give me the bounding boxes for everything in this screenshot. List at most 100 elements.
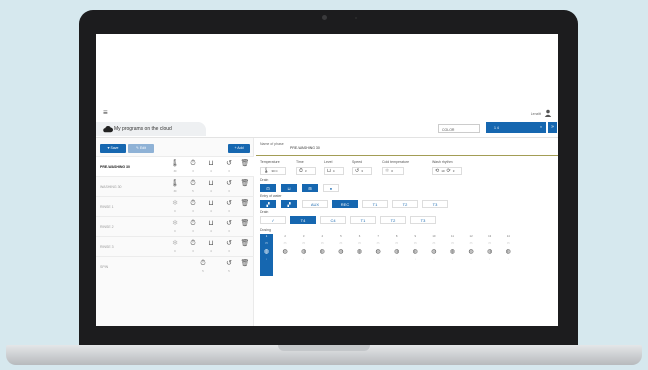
speed-value: 3 — [361, 169, 363, 173]
cloud-tab[interactable]: My programs on the cloud — [96, 122, 206, 136]
pump-number: 3 — [302, 234, 305, 238]
temperature-value: 30 — [173, 190, 177, 193]
cold-temperature-icon: ❄︎ — [172, 220, 178, 227]
screen: ≡ Lenzitt My programs on the cloud COLOR… — [96, 34, 558, 326]
delete-icon[interactable]: 🗑︎ — [240, 220, 250, 228]
water-entry-t2[interactable]: T2 — [392, 200, 418, 208]
dosing-pump-11[interactable]: 11 ▭ ◍ ▫ — [446, 234, 459, 276]
save-button[interactable]: ♥ Save — [100, 144, 126, 153]
select-go-button[interactable]: » — [548, 122, 557, 133]
water-entry-rec[interactable]: REC — [332, 200, 358, 208]
cold-temperature-icon: ❄︎ — [385, 167, 390, 174]
level-value: 4 — [210, 250, 212, 253]
temperature-value: 0 — [174, 230, 176, 233]
dosing-pump-7[interactable]: 7 ▭ ◍ ▫ — [372, 234, 385, 276]
program-row[interactable]: RINSE 3 ❄︎ 0 ⏱︎ 3 ⊔ 4 ↺ 3 🗑︎ — [96, 236, 254, 256]
temperature-field[interactable]: 🌡︎ 30 C — [260, 167, 286, 175]
user-icon[interactable] — [544, 109, 552, 117]
pump-number: 5 — [340, 234, 342, 238]
dosing-pump-14[interactable]: 14 ▭ ◍ ▫ — [502, 234, 515, 276]
delete-icon[interactable]: 🗑︎ — [240, 200, 250, 208]
water-entry-2[interactable]: ▞ — [281, 200, 297, 208]
pump-dial-icon: ◍ — [394, 249, 400, 255]
search-input[interactable]: COLOR — [438, 124, 480, 133]
pump-toggle-icon: ▫ — [433, 258, 435, 261]
program-select[interactable]: 1 4 × — [486, 122, 546, 133]
rhythm-pause-icon: ⟳ — [446, 167, 451, 174]
save-label: Save — [110, 146, 119, 150]
drain-valve-t4[interactable]: T4 — [290, 216, 316, 224]
program-row[interactable]: RINSE 2 ❄︎ 0 ⏱︎ 3 ⊔ 4 ↺ 3 🗑︎ — [96, 216, 254, 236]
speed-icon: ↺ — [226, 260, 232, 267]
level-icon: ⊔ — [208, 200, 214, 207]
drain-option-3[interactable]: ⊞ — [302, 184, 318, 192]
laptop-base — [6, 345, 642, 365]
dosing-pump-8[interactable]: 8 ▭ ◍ ▫ — [390, 234, 403, 276]
time-value: 3 — [192, 250, 194, 253]
time-value: 5 — [192, 190, 194, 193]
drain-option-4[interactable]: ● — [323, 184, 339, 192]
speed-icon: ↺ — [226, 240, 232, 247]
clear-icon[interactable]: × — [540, 125, 542, 129]
dosing-pump-13[interactable]: 13 ▭ ◍ ▫ — [483, 234, 496, 276]
pump-number: 2 — [284, 234, 286, 238]
time-value: 3 — [304, 169, 307, 173]
program-row[interactable]: SPIN ⏱︎ 5 ↺ 5 🗑︎ — [96, 256, 254, 278]
edit-label: Edit — [139, 146, 146, 150]
temperature-value: 0 — [174, 250, 176, 253]
drain-valve-c4[interactable]: C4 — [320, 216, 346, 224]
water-entry-1[interactable]: ▞ — [260, 200, 276, 208]
pump-level-icon: ▭ — [302, 241, 306, 245]
program-name: RINSE 1 — [100, 205, 114, 209]
level-field[interactable]: ⊔ 4 — [324, 167, 344, 175]
level-icon: ⊔ — [327, 167, 331, 174]
phase-name-input[interactable]: PRE-WASHING 30 — [290, 146, 320, 150]
wash-rhythm-field[interactable]: ⟲ 10 ⟳ 3 — [432, 167, 462, 175]
menu-icon[interactable]: ≡ — [103, 109, 108, 117]
dosing-pump-12[interactable]: 12 ▭ ◍ ▫ — [465, 234, 478, 276]
drain-valve-t1[interactable]: T1 — [350, 216, 376, 224]
pump-dial-icon: ◍ — [431, 249, 437, 255]
delete-icon[interactable]: 🗑︎ — [240, 260, 250, 268]
edit-button[interactable]: ✎ Edit — [128, 144, 154, 153]
speed-value: 3 — [228, 170, 230, 173]
time-field[interactable]: ⏱︎ 3 — [296, 167, 316, 175]
program-row[interactable]: RINSE 1 ❄︎ 0 ⏱︎ 3 ⊔ 4 ↺ 3 🗑︎ — [96, 196, 254, 216]
water-entry-aux[interactable]: AUX — [302, 200, 328, 208]
add-button[interactable]: + Add — [228, 144, 250, 153]
drain-label: Drain — [260, 178, 269, 182]
dosing-pump-1[interactable]: 1 ▭ ◍ ▫ — [260, 234, 273, 276]
dosing-pump-3[interactable]: 3 ▭ ◍ ▫ — [297, 234, 310, 276]
water-entry-t1[interactable]: T1 — [362, 200, 388, 208]
dosing-pump-2[interactable]: 2 ▭ ◍ ▫ — [279, 234, 292, 276]
drain-valve-t3[interactable]: T3 — [410, 216, 436, 224]
entry-of-water-label: Entry of water — [260, 194, 282, 198]
dosing-pump-4[interactable]: 4 ▭ ◍ ▫ — [316, 234, 329, 276]
drain-valve-t2[interactable]: T2 — [380, 216, 406, 224]
dosing-pump-10[interactable]: 10 ▭ ◍ ▫ — [427, 234, 440, 276]
pump-dial-icon: ◍ — [505, 249, 511, 255]
time-icon: ⏱︎ — [190, 180, 196, 187]
level-value: 4 — [332, 169, 335, 173]
delete-icon[interactable]: 🗑︎ — [240, 180, 250, 188]
pump-dial-icon: ◍ — [263, 249, 270, 255]
drain-option-1[interactable]: ⊡ — [260, 184, 276, 192]
dosing-pump-9[interactable]: 9 ▭ ◍ ▫ — [409, 234, 422, 276]
program-row[interactable]: WASHING 30 🌡︎ 30 ⏱︎ 5 ⊔ 4 ↺ 3 🗑︎ — [96, 176, 254, 196]
drain-valve-1[interactable]: ✓ — [260, 216, 286, 224]
dosing-pump-5[interactable]: 5 ▭ ◍ ▫ — [334, 234, 347, 276]
dosing-pump-6[interactable]: 6 ▭ ◍ ▫ — [353, 234, 366, 276]
water-entry-t3[interactable]: T3 — [422, 200, 448, 208]
pump-level-icon: ▭ — [432, 241, 436, 245]
drain-option-2[interactable]: ⊔ — [281, 184, 297, 192]
program-name: RINSE 3 — [100, 245, 114, 249]
speed-field[interactable]: ↺ 3 — [352, 167, 372, 175]
program-row[interactable]: PRE-WASHING 30 🌡︎ 30 ⏱︎ 3 ⊔ 4 ↺ 3 🗑︎ — [96, 156, 254, 176]
cold-temperature-field[interactable]: ❄︎ 0 — [382, 167, 404, 175]
rhythm-off-value: 3 — [452, 169, 455, 173]
time-icon: ⏱︎ — [190, 220, 196, 227]
delete-icon[interactable]: 🗑︎ — [240, 240, 250, 248]
delete-icon[interactable]: 🗑︎ — [240, 160, 250, 168]
pump-number: 10 — [432, 234, 436, 238]
speed-value: 5 — [228, 270, 230, 273]
